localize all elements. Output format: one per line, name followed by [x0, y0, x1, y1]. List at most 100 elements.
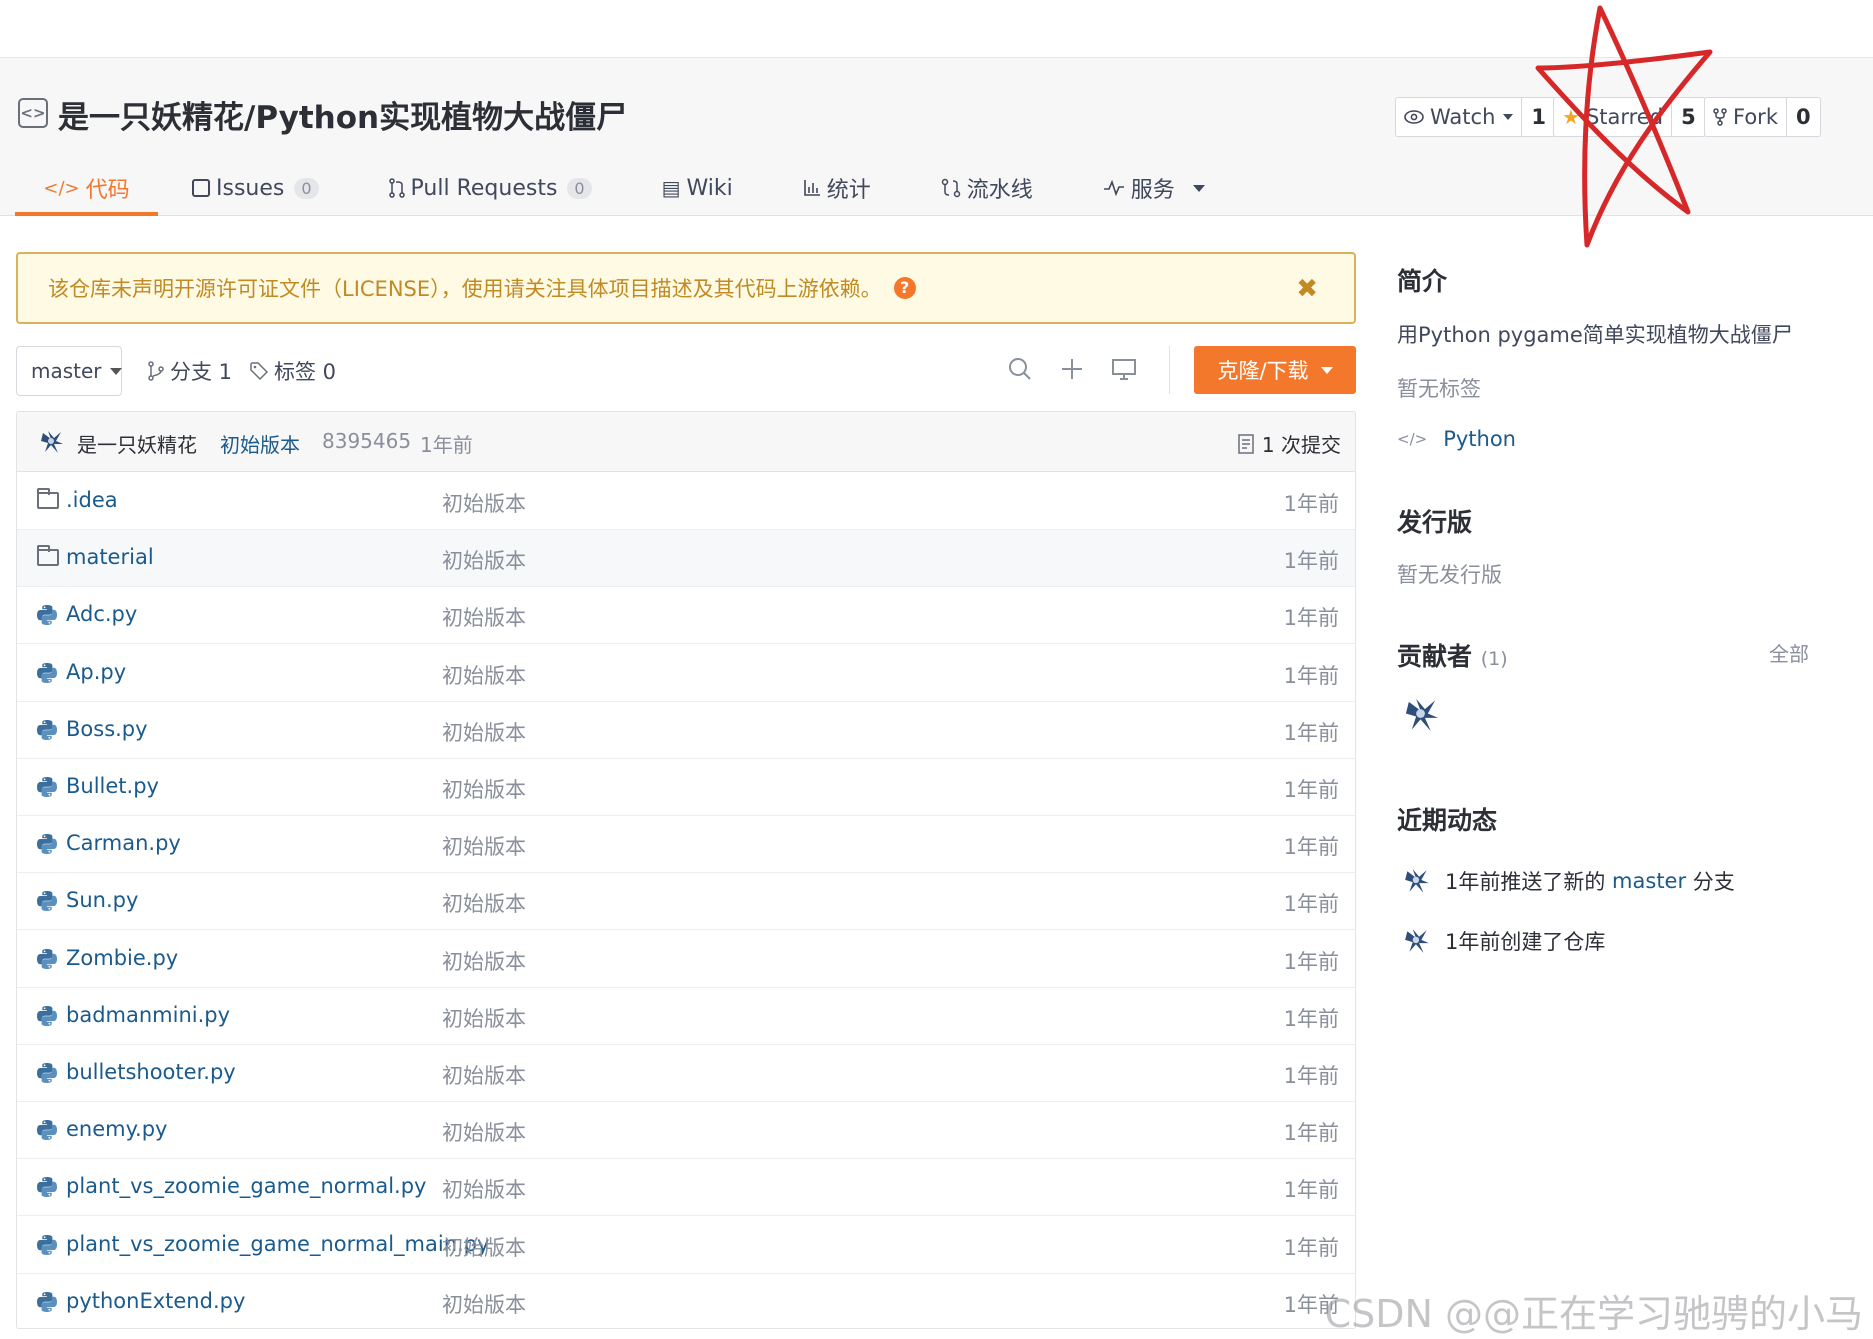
- help-icon[interactable]: ?: [893, 277, 916, 299]
- file-name-link[interactable]: bulletshooter.py: [66, 1060, 236, 1084]
- table-row[interactable]: Bullet.py 初始版本 1年前: [17, 759, 1355, 816]
- fork-count[interactable]: 0: [1787, 98, 1820, 136]
- table-row[interactable]: Ap.py 初始版本 1年前: [17, 645, 1355, 702]
- close-icon[interactable]: ✖: [1296, 274, 1318, 304]
- file-commit-message[interactable]: 初始版本: [442, 1117, 526, 1147]
- language-item[interactable]: </> Python: [1397, 427, 1516, 451]
- repo-title[interactable]: 是一只妖精花/Python实现植物大战僵尸: [58, 92, 627, 137]
- file-name-link[interactable]: material: [66, 545, 154, 569]
- contributors-all-link[interactable]: 全部: [1769, 638, 1809, 667]
- file-name-link[interactable]: plant_vs_zoomie_game_normal.py: [66, 1174, 426, 1198]
- file-name-link[interactable]: plant_vs_zoomie_game_normal_main.py: [66, 1232, 489, 1256]
- file-name-link[interactable]: Carman.py: [66, 831, 181, 855]
- avatar[interactable]: [1403, 867, 1431, 895]
- intro-text: 用Python pygame简单实现植物大战僵尸: [1397, 323, 1793, 347]
- file-name-link[interactable]: Ap.py: [66, 660, 126, 684]
- table-row[interactable]: pythonExtend.py 初始版本 1年前: [17, 1274, 1355, 1328]
- tab-code[interactable]: </> 代码: [15, 160, 158, 216]
- avatar[interactable]: [39, 429, 65, 455]
- file-commit-message[interactable]: 初始版本: [442, 888, 526, 918]
- add-file-icon[interactable]: [1059, 356, 1085, 382]
- file-name-link[interactable]: Boss.py: [66, 717, 148, 741]
- branch-select[interactable]: master: [16, 346, 122, 396]
- file-name-link[interactable]: badmanmini.py: [66, 1003, 230, 1027]
- commit-author[interactable]: 是一只妖精花: [77, 429, 197, 458]
- language-label: Python: [1443, 427, 1516, 451]
- tag-icon: [250, 362, 268, 380]
- file-commit-message[interactable]: 初始版本: [442, 1060, 526, 1090]
- star-button[interactable]: ★ Starred: [1554, 98, 1673, 136]
- table-row[interactable]: plant_vs_zoomie_game_normal_main.py 初始版本 1…: [17, 1217, 1355, 1274]
- watch-count[interactable]: 1: [1522, 98, 1555, 136]
- commit-time: 1年前: [420, 433, 473, 457]
- file-commit-message[interactable]: 初始版本: [442, 774, 526, 804]
- file-commit-message[interactable]: 初始版本: [442, 946, 526, 976]
- fork-button-group[interactable]: Fork 0: [1704, 97, 1821, 137]
- star-count[interactable]: 5: [1672, 98, 1705, 136]
- tags-link[interactable]: 标签 0: [250, 356, 336, 386]
- watch-button-group[interactable]: Watch 1: [1395, 97, 1557, 137]
- table-row[interactable]: badmanmini.py 初始版本 1年前: [17, 988, 1355, 1045]
- table-row[interactable]: bulletshooter.py 初始版本 1年前: [17, 1045, 1355, 1102]
- file-name-link[interactable]: enemy.py: [66, 1117, 167, 1141]
- table-row[interactable]: material 初始版本 1年前: [17, 530, 1355, 588]
- table-row[interactable]: plant_vs_zoomie_game_normal.py 初始版本 1年前: [17, 1159, 1355, 1217]
- file-commit-message[interactable]: 初始版本: [442, 545, 526, 575]
- watch-button[interactable]: Watch: [1396, 98, 1523, 136]
- file-commit-message[interactable]: 初始版本: [442, 488, 526, 518]
- file-commit-message[interactable]: 初始版本: [442, 660, 526, 690]
- python-file-icon: [37, 605, 57, 626]
- activity-branch-link[interactable]: master: [1612, 869, 1686, 893]
- tab-pull-requests[interactable]: Pull Requests 0: [388, 160, 592, 216]
- file-commit-message[interactable]: 初始版本: [442, 717, 526, 747]
- watermark: CSDN @@正在学习驰骋的小马: [1324, 1292, 1863, 1336]
- file-commit-message[interactable]: 初始版本: [442, 1003, 526, 1033]
- contributors-label: 贡献者: [1397, 642, 1473, 671]
- notice-text: 该仓库未声明开源许可证文件（LICENSE），使用请关注具体项目描述及其代码上游…: [48, 277, 882, 301]
- file-name-link[interactable]: Sun.py: [66, 888, 138, 912]
- tags-label: 标签 0: [274, 360, 337, 384]
- tab-pipeline[interactable]: 流水线: [941, 160, 1033, 216]
- latest-commit-row: 是一只妖精花 初始版本 8395465 1年前 1 次提交: [17, 412, 1355, 472]
- code-icon: </>: [1397, 430, 1428, 448]
- file-commit-message[interactable]: 初始版本: [442, 831, 526, 861]
- table-row[interactable]: Sun.py 初始版本 1年前: [17, 873, 1355, 931]
- repo-icon: <>: [18, 98, 48, 128]
- star-button-group[interactable]: ★ Starred 5: [1553, 97, 1706, 137]
- table-row[interactable]: Adc.py 初始版本 1年前: [17, 587, 1355, 645]
- branches-link[interactable]: 分支 1: [148, 356, 232, 386]
- commit-message[interactable]: 初始版本: [220, 429, 300, 458]
- python-file-icon: [37, 834, 57, 855]
- file-commit-message[interactable]: 初始版本: [442, 602, 526, 632]
- commit-hash[interactable]: 8395465: [322, 429, 411, 453]
- python-file-icon: [37, 1234, 57, 1255]
- fork-button[interactable]: Fork: [1705, 98, 1787, 136]
- table-row[interactable]: Carman.py 初始版本 1年前: [17, 816, 1355, 874]
- file-commit-message[interactable]: 初始版本: [442, 1232, 526, 1262]
- table-row[interactable]: Boss.py 初始版本 1年前: [17, 702, 1355, 759]
- tab-issues[interactable]: Issues 0: [192, 160, 319, 216]
- search-icon[interactable]: [1007, 356, 1033, 382]
- file-name-link[interactable]: .idea: [66, 488, 118, 512]
- file-name-link[interactable]: pythonExtend.py: [66, 1289, 245, 1313]
- toolbar-divider: [1169, 346, 1170, 394]
- web-ide-icon[interactable]: [1111, 356, 1137, 382]
- file-commit-message[interactable]: 初始版本: [442, 1289, 526, 1319]
- tab-wiki[interactable]: ▤ Wiki: [662, 160, 733, 216]
- file-commit-message[interactable]: 初始版本: [442, 1174, 526, 1204]
- activity-item: 1年前创建了仓库: [1397, 926, 1605, 956]
- file-name-link[interactable]: Adc.py: [66, 602, 137, 626]
- tab-label: 服务: [1130, 178, 1175, 203]
- table-row[interactable]: Zombie.py 初始版本 1年前: [17, 931, 1355, 988]
- file-name-link[interactable]: Zombie.py: [66, 946, 178, 970]
- table-row[interactable]: enemy.py 初始版本 1年前: [17, 1102, 1355, 1160]
- table-row[interactable]: .idea 初始版本 1年前: [17, 473, 1355, 530]
- folder-icon: [37, 545, 59, 567]
- contributor-avatar[interactable]: [1403, 696, 1441, 734]
- avatar[interactable]: [1403, 927, 1431, 955]
- commit-count-link[interactable]: 1 次提交: [1238, 429, 1341, 458]
- clone-download-button[interactable]: 克隆/下载: [1194, 346, 1356, 394]
- file-name-link[interactable]: Bullet.py: [66, 774, 159, 798]
- tab-service[interactable]: 服务: [1103, 160, 1205, 216]
- tab-stats[interactable]: 统计: [803, 160, 871, 216]
